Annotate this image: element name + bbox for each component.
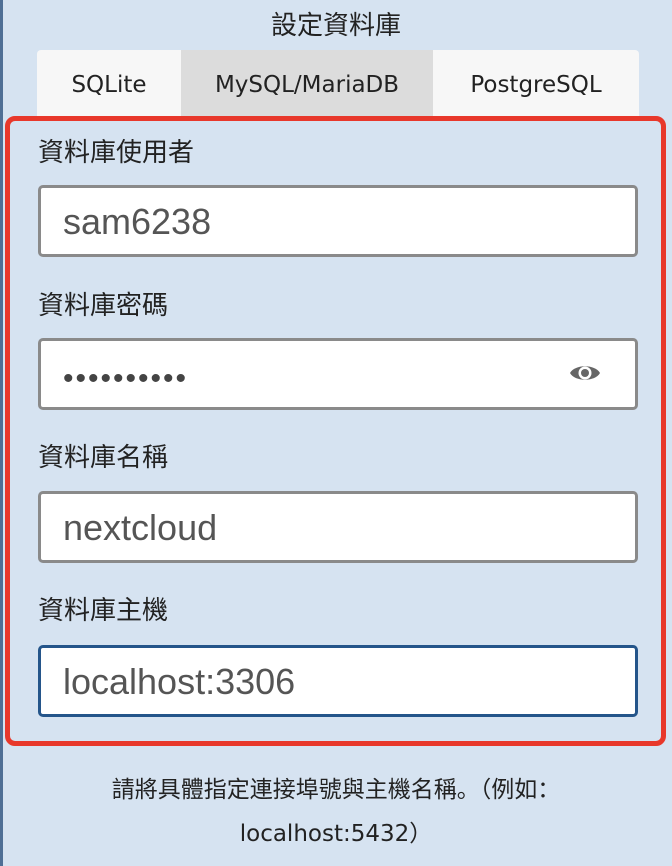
- db-name-label: 資料庫名稱: [38, 443, 169, 473]
- host-hint-line-1: 請將具體指定連接埠號與主機名稱。（例如：: [111, 777, 561, 803]
- host-hint-line-2: localhost:5432）: [239, 821, 433, 847]
- tab-postgresql[interactable]: PostgreSQL: [433, 50, 639, 116]
- db-user-input[interactable]: sam6238: [38, 185, 638, 257]
- eye-icon[interactable]: [569, 361, 601, 385]
- tab-sqlite[interactable]: SQLite: [37, 50, 181, 116]
- db-host-label: 資料庫主機: [38, 596, 169, 626]
- db-host-value: localhost:3306: [63, 661, 296, 702]
- host-hint-text: 請將具體指定連接埠號與主機名稱。（例如： localhost:5432）: [0, 768, 672, 856]
- db-name-value: nextcloud: [63, 507, 218, 548]
- db-password-input[interactable]: ••••••••••: [38, 338, 638, 410]
- database-type-tabs: SQLite MySQL/MariaDB PostgreSQL: [37, 50, 639, 116]
- db-user-value: sam6238: [63, 201, 212, 242]
- window-edge: [0, 0, 3, 866]
- db-user-label: 資料庫使用者: [38, 138, 195, 168]
- db-password-value: ••••••••••: [63, 362, 189, 395]
- db-password-label: 資料庫密碼: [38, 291, 169, 321]
- section-title: 設定資料庫: [270, 11, 401, 41]
- db-name-input[interactable]: nextcloud: [38, 491, 638, 563]
- tab-mysql-mariadb[interactable]: MySQL/MariaDB: [181, 50, 433, 116]
- db-host-input[interactable]: localhost:3306: [38, 645, 638, 717]
